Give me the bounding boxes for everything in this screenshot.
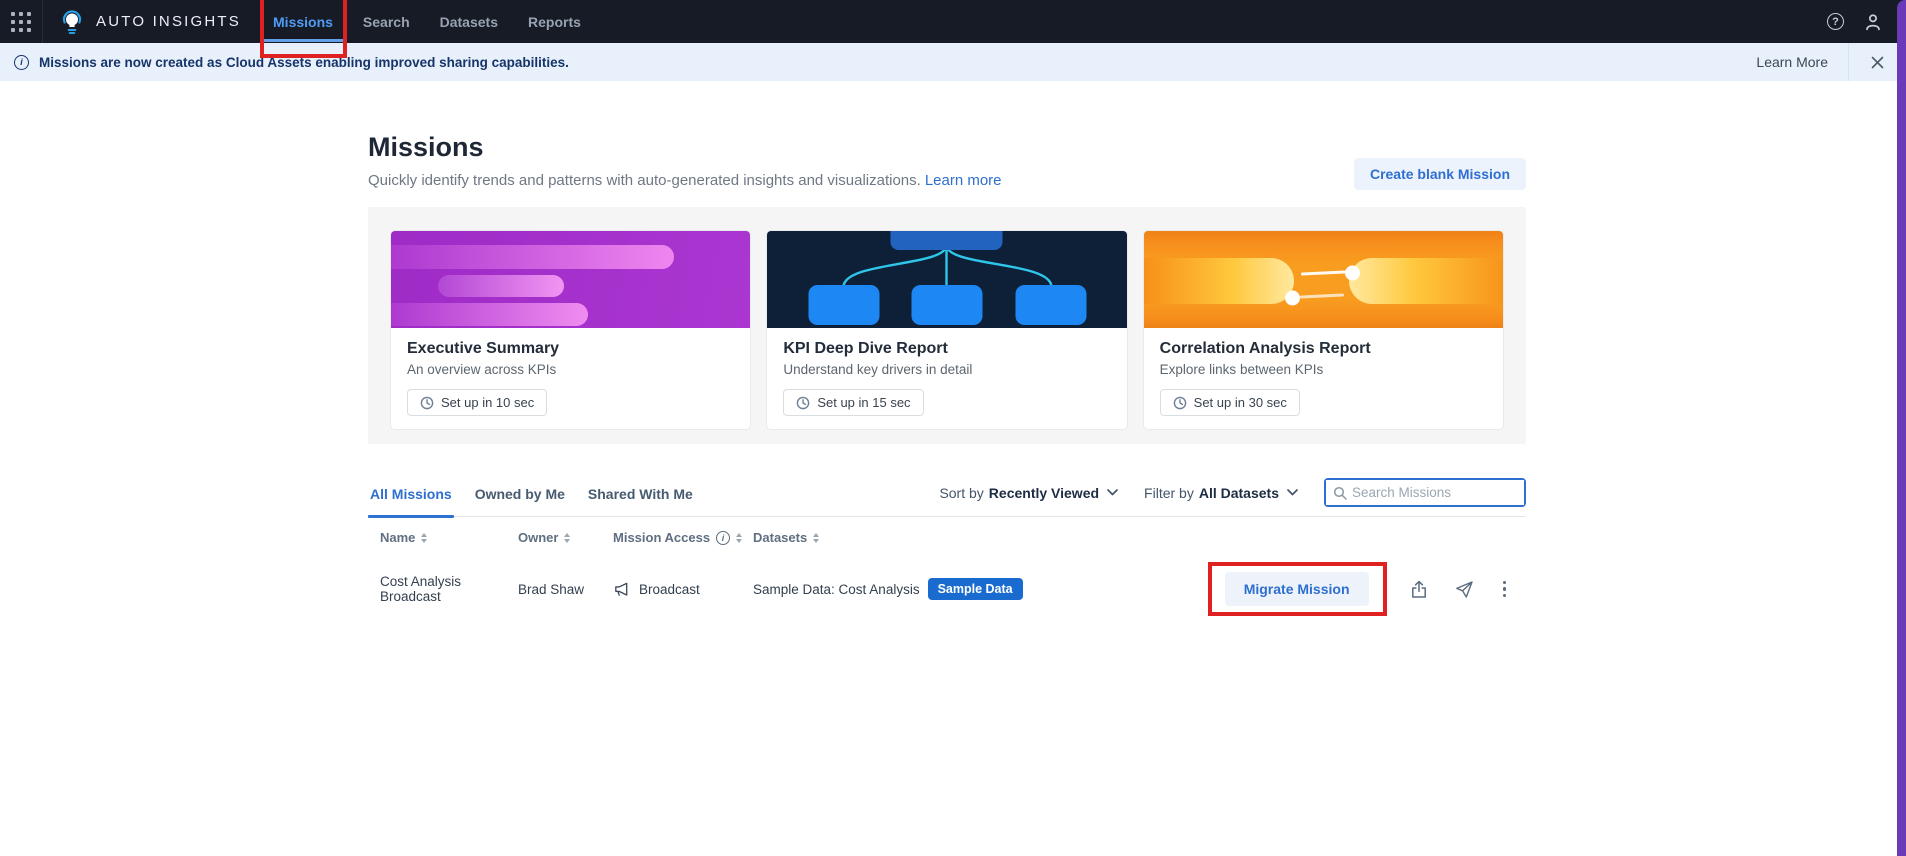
banner-actions: Learn More (1756, 43, 1888, 81)
waffle-dots (11, 12, 31, 32)
banner-message: Missions are now created as Cloud Assets… (39, 55, 569, 70)
info-icon: i (14, 55, 29, 70)
chevron-down-icon (1107, 489, 1118, 496)
card-title: KPI Deep Dive Report (783, 340, 1110, 358)
notification-banner: i Missions are now created as Cloud Asse… (0, 43, 1906, 81)
setup-time-badge: Set up in 30 sec (1160, 389, 1300, 416)
mission-access: Broadcast (613, 581, 753, 598)
column-header-datasets[interactable]: Datasets (753, 530, 1053, 545)
info-icon[interactable]: i (716, 531, 730, 545)
card-description: Understand key drivers in detail (783, 362, 1110, 377)
navbar-right-icons: ? (1827, 11, 1906, 33)
card-title: Correlation Analysis Report (1160, 340, 1487, 358)
nav-item-search[interactable]: Search (363, 0, 410, 43)
primary-nav: Missions Search Datasets Reports (273, 0, 581, 43)
column-header-name[interactable]: Name (368, 530, 518, 545)
card-description: An overview across KPIs (407, 362, 734, 377)
navbar-divider (42, 0, 43, 43)
page-header-text: Missions Quickly identify trends and pat… (368, 131, 1002, 189)
sort-icon (564, 533, 570, 543)
missions-table-header: Name Owner Mission Access i Datasets (368, 530, 1526, 545)
clock-icon (796, 396, 810, 410)
tab-owned-by-me[interactable]: Owned by Me (473, 482, 567, 516)
sort-icon (813, 533, 819, 543)
sample-data-badge: Sample Data (928, 578, 1023, 600)
megaphone-icon (613, 581, 630, 598)
right-edge-purple-strip (1897, 0, 1906, 856)
help-icon[interactable]: ? (1827, 13, 1844, 30)
column-header-owner[interactable]: Owner (518, 530, 613, 545)
tab-all-missions[interactable]: All Missions (368, 482, 454, 516)
brand-title: AUTO INSIGHTS (96, 13, 241, 30)
top-navbar: AUTO INSIGHTS Missions Search Datasets R… (0, 0, 1906, 43)
chevron-down-icon (1287, 489, 1298, 496)
page-header: Missions Quickly identify trends and pat… (368, 131, 1526, 190)
nav-item-datasets[interactable]: Datasets (440, 0, 498, 43)
purple-bars-thumbnail (391, 231, 750, 328)
send-icon[interactable] (1455, 580, 1474, 599)
main-content: Missions Quickly identify trends and pat… (368, 131, 1526, 617)
card-title: Executive Summary (407, 340, 734, 358)
page-subtitle: Quickly identify trends and patterns wit… (368, 172, 1002, 189)
setup-time-badge: Set up in 10 sec (407, 389, 547, 416)
mission-owner: Brad Shaw (518, 582, 613, 597)
create-blank-mission-button[interactable]: Create blank Mission (1354, 158, 1526, 190)
flowchart-thumbnail (767, 231, 1126, 328)
page-title: Missions (368, 131, 1002, 163)
mission-name: Cost Analysis Broadcast (368, 574, 518, 604)
tab-shared-with-me[interactable]: Shared With Me (586, 482, 695, 516)
app-grid-icon[interactable] (0, 0, 42, 43)
sort-icon (736, 533, 742, 543)
search-missions-box (1324, 478, 1526, 507)
lightbulb-logo-icon (60, 9, 84, 35)
close-icon[interactable] (1867, 52, 1888, 73)
migrate-mission-button[interactable]: Migrate Mission (1225, 572, 1369, 606)
filter-by-dropdown[interactable]: Filter by All Datasets (1144, 485, 1298, 501)
nav-item-reports[interactable]: Reports (528, 0, 581, 43)
mission-table-row[interactable]: Cost Analysis Broadcast Brad Shaw Broadc… (368, 561, 1526, 617)
subtitle-learn-more-link[interactable]: Learn more (925, 172, 1002, 189)
more-options-icon[interactable] (1501, 579, 1509, 600)
row-actions: Migrate Mission (1225, 572, 1526, 606)
template-cards-section: Executive Summary An overview across KPI… (368, 207, 1526, 444)
column-header-mission-access[interactable]: Mission Access i (613, 530, 753, 545)
search-missions-input[interactable] (1326, 480, 1524, 505)
template-card-kpi-deep-dive[interactable]: KPI Deep Dive Report Understand key driv… (766, 230, 1127, 430)
missions-toolbar: All Missions Owned by Me Shared With Me … (368, 478, 1526, 517)
mission-datasets: Sample Data: Cost Analysis Sample Data (753, 578, 1053, 600)
setup-time-badge: Set up in 15 sec (783, 389, 923, 416)
nav-item-missions[interactable]: Missions (273, 0, 333, 43)
banner-learn-more-link[interactable]: Learn More (1756, 54, 1828, 70)
share-icon[interactable] (1410, 580, 1428, 599)
clock-icon (1173, 396, 1187, 410)
banner-divider (1848, 43, 1849, 81)
active-nav-underline (261, 39, 346, 42)
correlation-thumbnail (1144, 231, 1503, 328)
clock-icon (420, 396, 434, 410)
template-card-correlation-analysis[interactable]: Correlation Analysis Report Explore link… (1143, 230, 1504, 430)
search-icon (1333, 486, 1347, 500)
mission-tabs: All Missions Owned by Me Shared With Me (368, 482, 695, 516)
sort-icon (421, 533, 427, 543)
card-description: Explore links between KPIs (1160, 362, 1487, 377)
list-controls: Sort by Recently Viewed Filter by All Da… (939, 478, 1526, 516)
template-card-executive-summary[interactable]: Executive Summary An overview across KPI… (390, 230, 751, 430)
user-icon[interactable] (1862, 11, 1884, 33)
sort-by-dropdown[interactable]: Sort by Recently Viewed (939, 485, 1118, 501)
